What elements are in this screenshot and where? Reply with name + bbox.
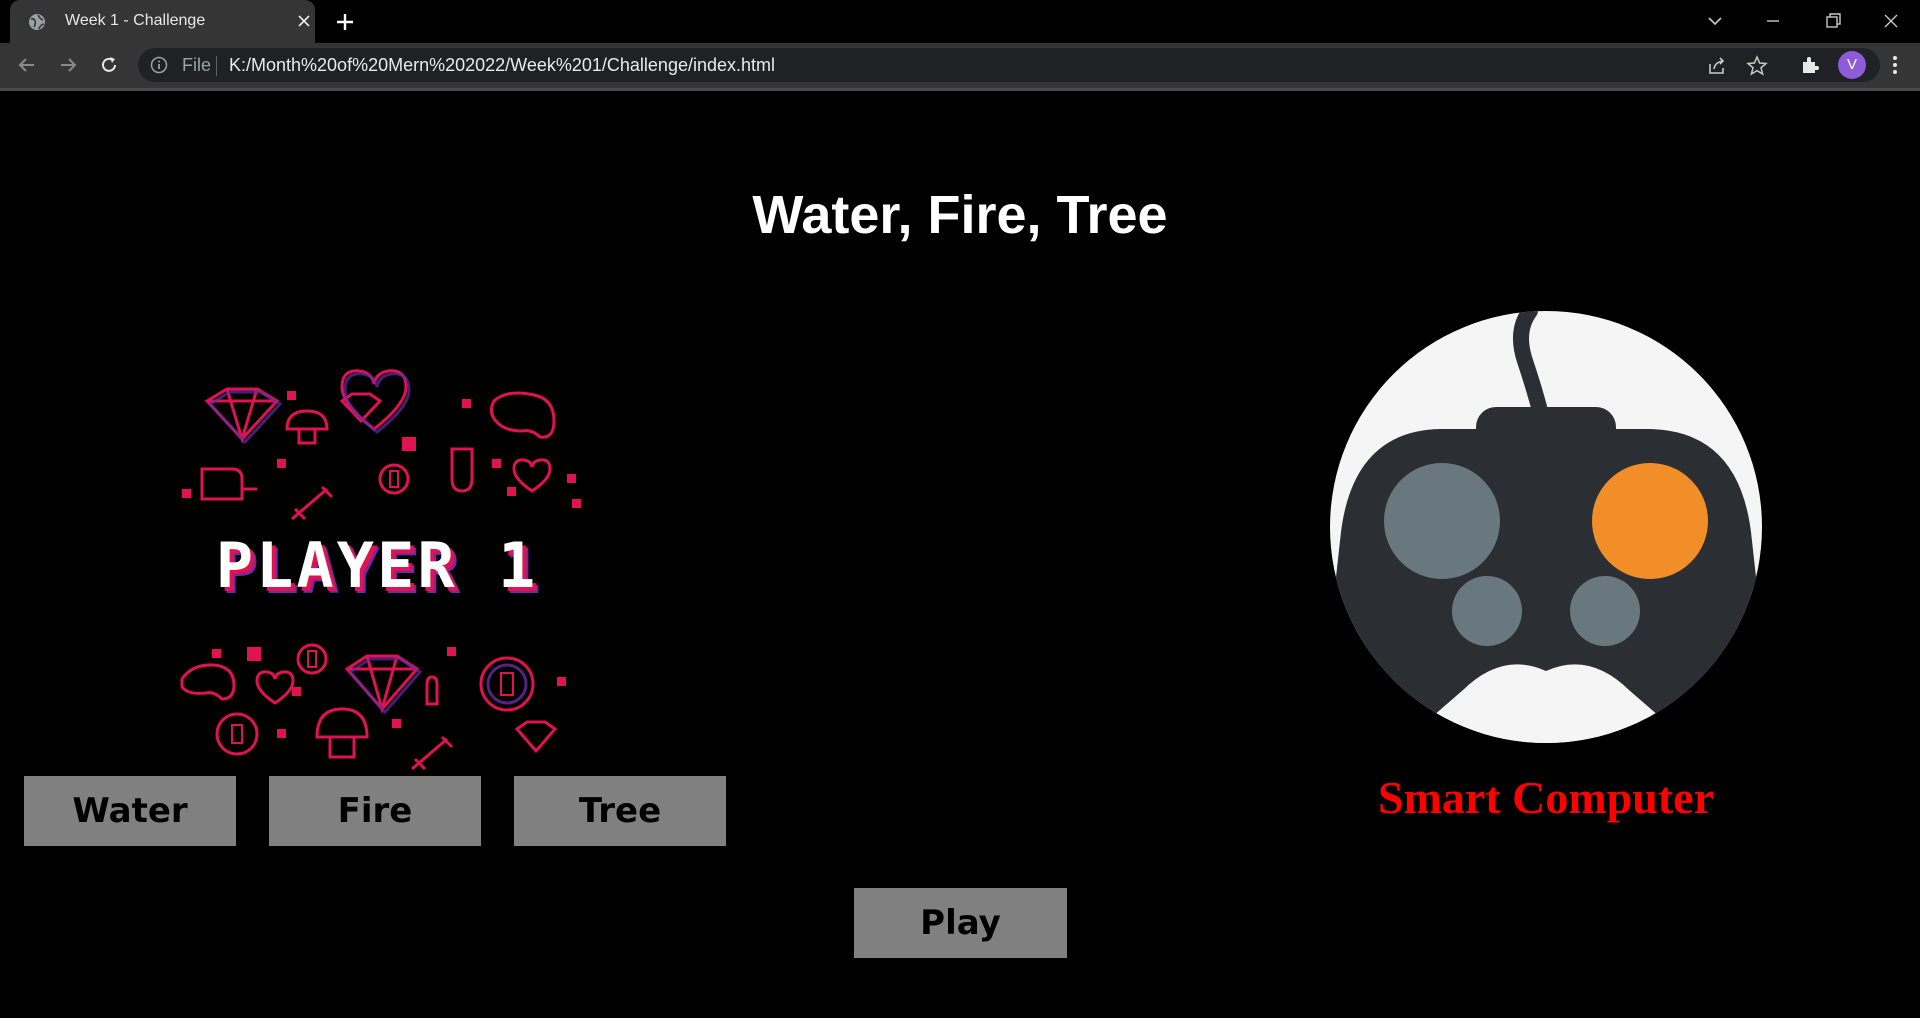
info-icon[interactable] [150, 56, 168, 74]
globe-icon [29, 14, 45, 30]
computer-label: Smart Computer [1378, 772, 1714, 823]
tab-strip: Week 1 - Challenge [0, 0, 1920, 43]
browser-tab[interactable]: Week 1 - Challenge [10, 0, 315, 43]
kebab-menu-icon[interactable] [1883, 53, 1907, 77]
bookmark-star-icon[interactable] [1746, 55, 1768, 77]
share-icon[interactable] [1706, 55, 1728, 77]
restore-icon[interactable] [1820, 8, 1846, 34]
player-image-text: PLAYER 1 [215, 529, 539, 602]
close-tab-icon[interactable] [296, 13, 312, 29]
tab-search-icon[interactable] [1702, 8, 1728, 34]
water-button[interactable]: Water [24, 776, 236, 846]
url-scheme-label: File [182, 55, 212, 75]
close-window-icon[interactable] [1878, 8, 1904, 34]
gamepad-icon [1330, 311, 1762, 743]
reload-icon[interactable] [97, 53, 121, 77]
url-separator [216, 56, 217, 76]
page-body: Water, Fire, Tree PLAYER 1 Water Fire Tr… [0, 91, 1920, 1018]
minimize-icon[interactable] [1760, 8, 1786, 34]
url-text[interactable]: K:/Month%20of%20Mern%202022/Week%201/Cha… [229, 55, 775, 76]
tree-button[interactable]: Tree [514, 776, 726, 846]
back-icon[interactable] [15, 53, 39, 77]
page-title: Water, Fire, Tree [752, 185, 1168, 245]
player-image: PLAYER 1 [162, 359, 592, 779]
address-bar[interactable]: File K:/Month%20of%20Mern%202022/Week%20… [138, 48, 1880, 82]
browser-toolbar: File K:/Month%20of%20Mern%202022/Week%20… [0, 43, 1920, 88]
extensions-icon[interactable] [1798, 53, 1822, 77]
fire-button[interactable]: Fire [269, 776, 481, 846]
forward-icon[interactable] [56, 53, 80, 77]
new-tab-icon[interactable] [334, 11, 356, 33]
tab-title: Week 1 - Challenge [65, 12, 206, 29]
play-button[interactable]: Play [854, 888, 1067, 958]
profile-avatar[interactable]: V [1838, 51, 1866, 79]
computer-image [1330, 311, 1762, 743]
